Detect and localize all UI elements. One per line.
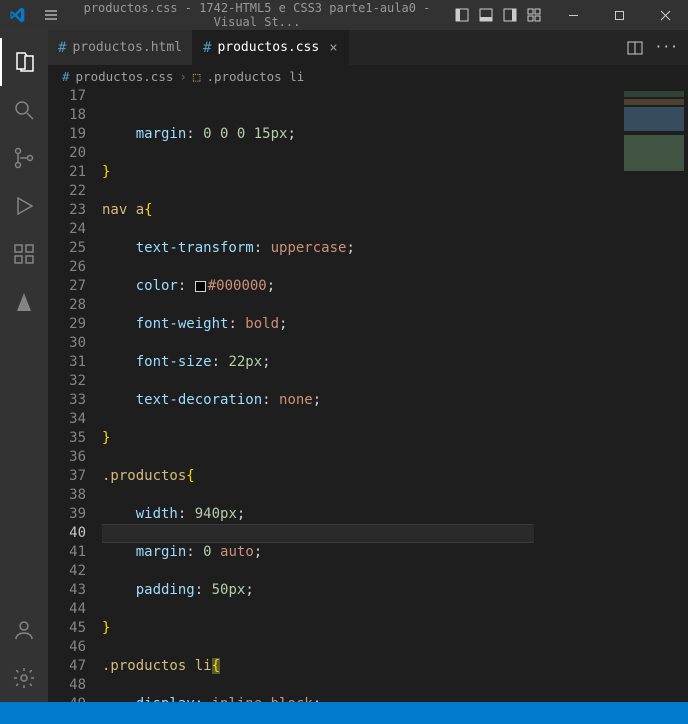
run-debug-icon[interactable]: [0, 182, 48, 230]
status-bar: [0, 702, 688, 724]
account-icon[interactable]: [0, 606, 48, 654]
close-tab-icon[interactable]: ×: [325, 40, 337, 56]
line-numbers: 1718 1920 2122 2324 2526 2728 2930 3132 …: [48, 87, 102, 702]
editor-layout-controls: [446, 7, 550, 23]
color-swatch-icon[interactable]: [195, 281, 206, 292]
tab-label: productos.css: [217, 40, 319, 55]
tab-productos-css[interactable]: # productos.css ×: [193, 30, 349, 65]
explorer-icon[interactable]: [0, 38, 48, 86]
code-content[interactable]: margin: 0 0 0 15px; } nav a{ text-transf…: [102, 87, 612, 702]
symbol-icon: ⬚: [193, 69, 201, 84]
code-editor[interactable]: 1718 1920 2122 2324 2526 2728 2930 3132 …: [48, 87, 688, 702]
source-control-icon[interactable]: [0, 134, 48, 182]
minimap[interactable]: [612, 87, 688, 702]
vscode-logo-icon: [0, 7, 34, 23]
chevron-right-icon: ›: [179, 69, 187, 84]
minimize-button[interactable]: [550, 0, 596, 30]
html-file-icon: #: [58, 40, 66, 56]
window-title: productos.css - 1742-HTML5 e CSS3 parte1…: [68, 1, 446, 29]
breadcrumbs[interactable]: # productos.css › ⬚ .productos li: [48, 65, 688, 87]
customize-layout-icon[interactable]: [526, 7, 542, 23]
tab-label: productos.html: [72, 40, 182, 55]
panel-left-icon[interactable]: [454, 7, 470, 23]
more-actions-icon[interactable]: ···: [655, 40, 678, 55]
tab-productos-html[interactable]: # productos.html: [48, 30, 193, 65]
window-controls: [550, 0, 688, 30]
azure-icon[interactable]: [0, 278, 48, 326]
activity-bar: [0, 30, 48, 702]
panel-bottom-icon[interactable]: [478, 7, 494, 23]
menu-icon[interactable]: [34, 7, 68, 23]
css-file-icon: #: [203, 40, 211, 56]
settings-gear-icon[interactable]: [0, 654, 48, 702]
editor-tabs: # productos.html # productos.css × ···: [48, 30, 688, 65]
breadcrumb-file[interactable]: productos.css: [76, 69, 174, 84]
css-file-icon: #: [62, 69, 70, 84]
titlebar: productos.css - 1742-HTML5 e CSS3 parte1…: [0, 0, 688, 30]
close-button[interactable]: [642, 0, 688, 30]
split-editor-icon[interactable]: [627, 40, 643, 56]
panel-right-icon[interactable]: [502, 7, 518, 23]
breadcrumb-symbol[interactable]: .productos li: [206, 69, 304, 84]
maximize-button[interactable]: [596, 0, 642, 30]
extensions-icon[interactable]: [0, 230, 48, 278]
search-icon[interactable]: [0, 86, 48, 134]
